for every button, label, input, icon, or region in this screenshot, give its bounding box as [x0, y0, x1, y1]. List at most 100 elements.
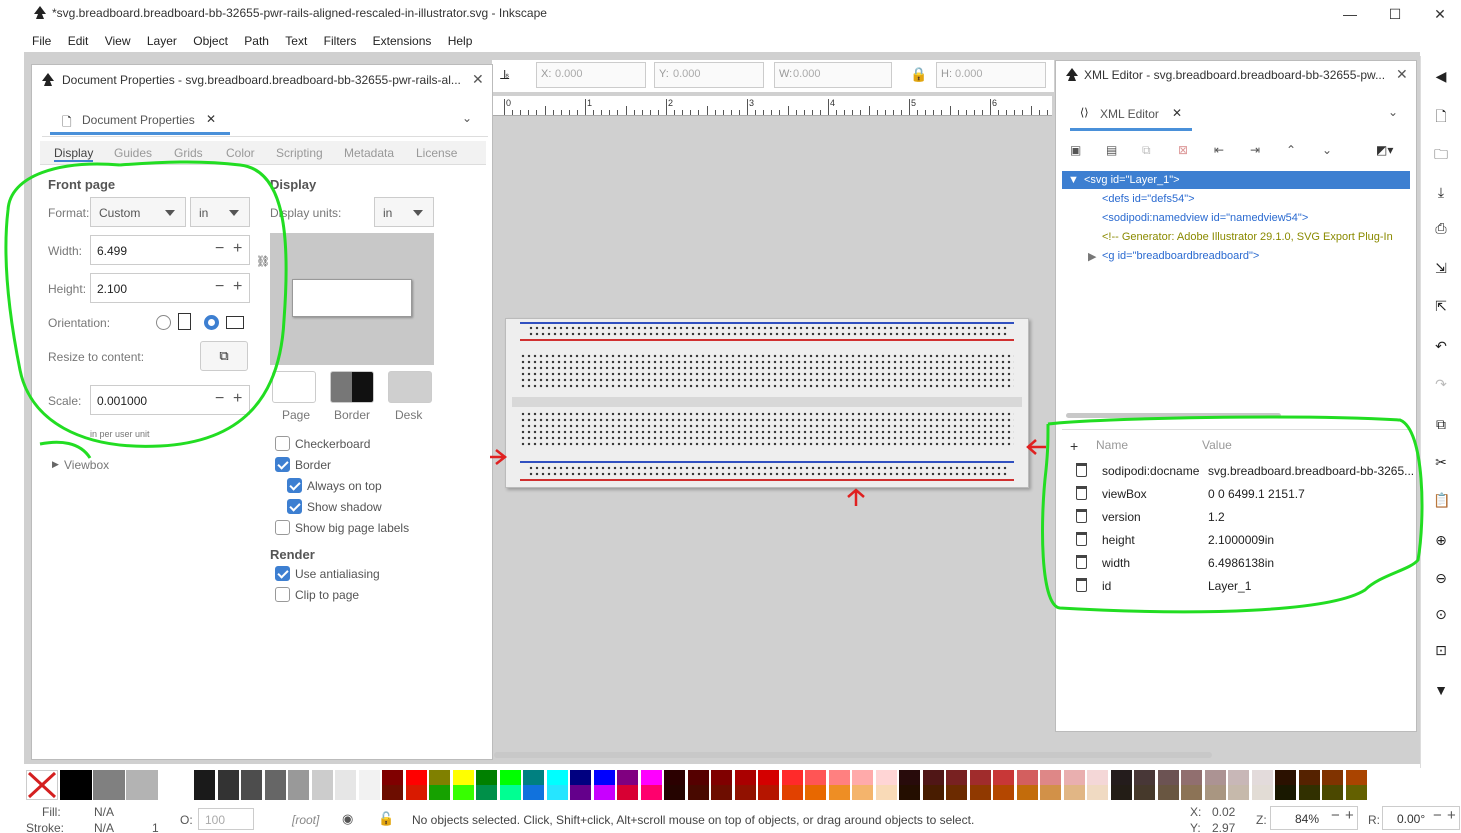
color-swatch[interactable] [640, 785, 662, 800]
color-swatch[interactable] [875, 770, 897, 785]
color-swatch[interactable] [1040, 770, 1061, 785]
color-swatch[interactable] [828, 770, 850, 785]
subtab-license[interactable]: License [416, 146, 457, 160]
color-swatch[interactable] [1322, 770, 1343, 785]
color-swatch[interactable] [593, 770, 615, 785]
copy-icon[interactable]: ⧉ [1433, 416, 1449, 432]
color-swatch[interactable] [781, 770, 803, 785]
color-swatch[interactable] [617, 770, 638, 785]
menu-object[interactable]: Object [193, 30, 228, 52]
color-swatch[interactable] [126, 770, 158, 800]
color-swatch[interactable] [382, 785, 403, 800]
color-swatch[interactable] [1040, 785, 1061, 800]
color-swatch[interactable] [264, 785, 286, 800]
close-icon[interactable]: ✕ [1172, 106, 1182, 120]
layout-menu-icon[interactable]: ◩▾ [1376, 143, 1393, 157]
attribute-name[interactable]: height [1102, 533, 1135, 547]
color-swatch[interactable] [405, 785, 427, 800]
color-swatch[interactable] [687, 785, 709, 800]
link-icon[interactable]: ⛓ [256, 255, 270, 268]
color-swatch[interactable] [805, 785, 826, 800]
attribute-row[interactable]: height 2.1000009in [1070, 529, 1420, 551]
attribute-name[interactable]: version [1102, 510, 1141, 524]
color-swatch[interactable] [570, 785, 591, 800]
color-swatch[interactable] [476, 785, 497, 800]
undo-icon[interactable]: ↶ [1433, 338, 1449, 354]
attribute-row[interactable]: version 1.2 [1070, 506, 1420, 528]
display-units-select[interactable]: in [374, 197, 434, 227]
chevron-right-icon[interactable]: ▶ [1088, 250, 1096, 263]
trash-icon[interactable] [1076, 532, 1087, 546]
color-swatch[interactable] [899, 785, 920, 800]
delete-node-icon[interactable]: ⊠ [1178, 143, 1188, 157]
color-swatch[interactable] [711, 770, 732, 785]
h-field[interactable]: H: 0.000 [936, 62, 1046, 88]
attribute-value[interactable]: svg.breadboard.breadboard-bb-3265... [1208, 464, 1418, 478]
menu-path[interactable]: Path [244, 30, 269, 52]
zoom-selection-icon[interactable]: ⊕ [1433, 532, 1449, 548]
color-swatch[interactable] [1157, 770, 1179, 785]
rotation-field[interactable]: 0.00° − + [1382, 806, 1460, 830]
color-swatch[interactable] [1016, 785, 1038, 800]
color-swatch[interactable] [1204, 785, 1226, 800]
subtab-display[interactable]: Display [54, 146, 94, 162]
color-swatch[interactable] [711, 785, 732, 800]
color-swatch[interactable] [828, 785, 850, 800]
attribute-row[interactable]: sodipodi:docname svg.breadboard.breadboar… [1070, 460, 1420, 482]
color-swatch[interactable] [640, 770, 662, 785]
plus-icon[interactable]: + [233, 390, 242, 408]
color-swatch[interactable] [1134, 770, 1155, 785]
save-document-icon[interactable]: ⤓ [1433, 184, 1449, 200]
color-swatch[interactable] [217, 785, 239, 800]
scale-field[interactable]: 0.001000 − + [90, 385, 250, 415]
color-swatch[interactable] [593, 785, 615, 800]
color-swatch[interactable] [60, 770, 92, 800]
color-swatch[interactable] [1345, 770, 1367, 785]
color-swatch[interactable] [1063, 770, 1085, 785]
xml-node-svg[interactable]: <svg id="Layer_1"> [1084, 174, 1180, 186]
lock-icon[interactable]: 🔒 [910, 66, 927, 83]
paste-icon[interactable]: 📋 [1433, 492, 1450, 508]
layer-indicator[interactable]: [root] [292, 813, 319, 827]
color-swatch[interactable] [288, 770, 309, 785]
chevron-down-icon[interactable]: ⌄ [462, 111, 472, 125]
eye-icon[interactable]: ◉ [342, 811, 353, 827]
attribute-row[interactable]: width 6.4986138in [1070, 552, 1420, 574]
color-swatch[interactable] [499, 770, 521, 785]
border-checkbox[interactable] [275, 457, 290, 472]
color-swatch[interactable] [288, 785, 309, 800]
color-swatch[interactable] [311, 785, 333, 800]
attribute-value[interactable]: 0 0 6499.1 2151.7 [1208, 487, 1418, 501]
color-swatch[interactable] [946, 770, 967, 785]
portrait-radio[interactable] [156, 315, 171, 330]
color-swatch[interactable] [382, 770, 403, 785]
zoom-drawing-icon[interactable]: ⊖ [1433, 570, 1449, 586]
color-swatch[interactable] [523, 770, 544, 785]
plus-icon[interactable]: + [1447, 807, 1456, 824]
color-swatch[interactable] [335, 770, 356, 785]
clip-to-page-checkbox[interactable] [275, 587, 290, 602]
checkerboard-checkbox[interactable] [275, 436, 290, 451]
add-attribute-icon[interactable]: + [1070, 438, 1078, 454]
color-swatch[interactable] [1298, 785, 1320, 800]
export-icon[interactable]: ⇱ [1433, 298, 1449, 314]
cut-icon[interactable]: ✂ [1433, 454, 1449, 470]
menu-help[interactable]: Help [448, 30, 473, 52]
chevron-down-icon[interactable]: ⌄ [1388, 105, 1398, 119]
plus-icon[interactable]: + [1345, 807, 1354, 824]
close-icon[interactable]: ✕ [472, 71, 484, 88]
color-swatch[interactable] [852, 785, 873, 800]
color-swatch[interactable] [758, 785, 779, 800]
big-page-labels-checkbox[interactable] [275, 520, 290, 535]
new-element-node-icon[interactable]: ▣ [1070, 143, 1081, 157]
color-swatch[interactable] [1228, 770, 1249, 785]
indent-node-icon[interactable]: ⇥ [1250, 143, 1260, 157]
stroke-width-value[interactable]: 1 [152, 821, 159, 833]
color-swatch[interactable] [969, 785, 991, 800]
format-select[interactable]: Custom [90, 197, 186, 227]
close-button[interactable]: ✕ [1430, 4, 1450, 24]
maximize-button[interactable]: ☐ [1385, 4, 1405, 24]
color-swatch[interactable] [1345, 785, 1367, 800]
subtab-scripting[interactable]: Scripting [276, 146, 323, 160]
color-swatch[interactable] [1322, 785, 1343, 800]
